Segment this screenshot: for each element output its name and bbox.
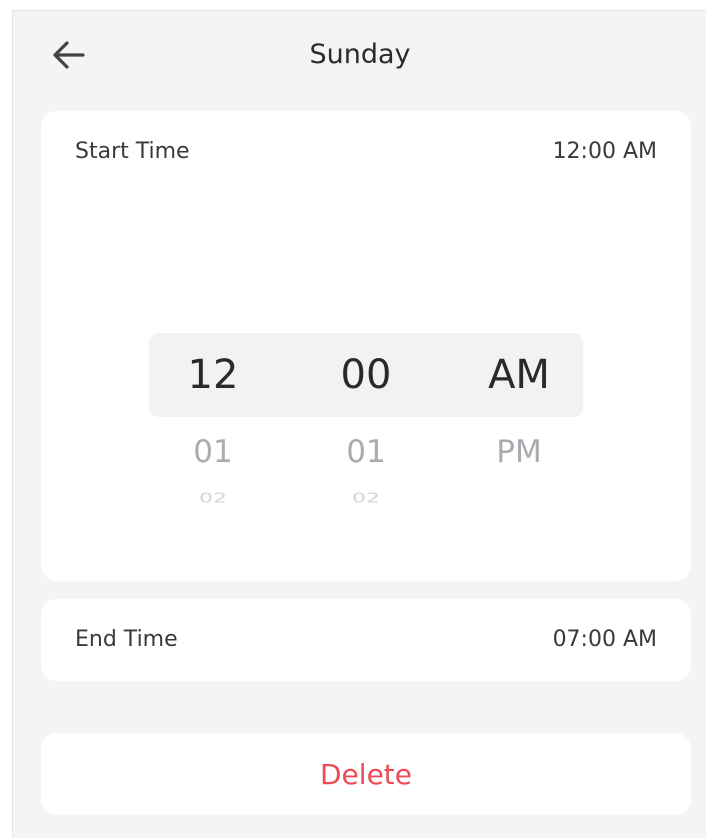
minute-selected[interactable]: 00 [306, 333, 426, 417]
hour-option[interactable]: 02 [153, 487, 273, 511]
ampm-wheel[interactable]: AM PM [459, 333, 579, 487]
sunday-schedule-screen: Sunday Start Time 12:00 AM 12 01 02 00 0… [12, 10, 706, 838]
end-time-row[interactable]: End Time 07:00 AM [41, 599, 691, 681]
minute-wheel[interactable]: 00 01 02 [306, 333, 426, 527]
delete-button[interactable]: Delete [41, 733, 691, 815]
header: Sunday [13, 11, 706, 97]
hour-wheel[interactable]: 12 01 02 [153, 333, 273, 527]
start-time-card: Start Time 12:00 AM 12 01 02 00 01 02 AM… [41, 111, 691, 581]
minute-option[interactable]: 01 [306, 417, 426, 487]
ampm-selected[interactable]: AM [459, 333, 579, 417]
hour-option[interactable]: 01 [153, 417, 273, 487]
hour-selected[interactable]: 12 [153, 333, 273, 417]
start-time-value: 12:00 AM [552, 139, 657, 164]
delete-label: Delete [320, 757, 412, 791]
minute-option[interactable]: 02 [306, 487, 426, 511]
start-time-label: Start Time [75, 139, 190, 164]
ampm-option[interactable]: PM [459, 417, 579, 487]
end-time-label: End Time [75, 627, 178, 652]
end-time-value: 07:00 AM [552, 627, 657, 652]
time-picker[interactable]: 12 01 02 00 01 02 AM PM [149, 333, 583, 533]
page-title: Sunday [309, 39, 411, 70]
